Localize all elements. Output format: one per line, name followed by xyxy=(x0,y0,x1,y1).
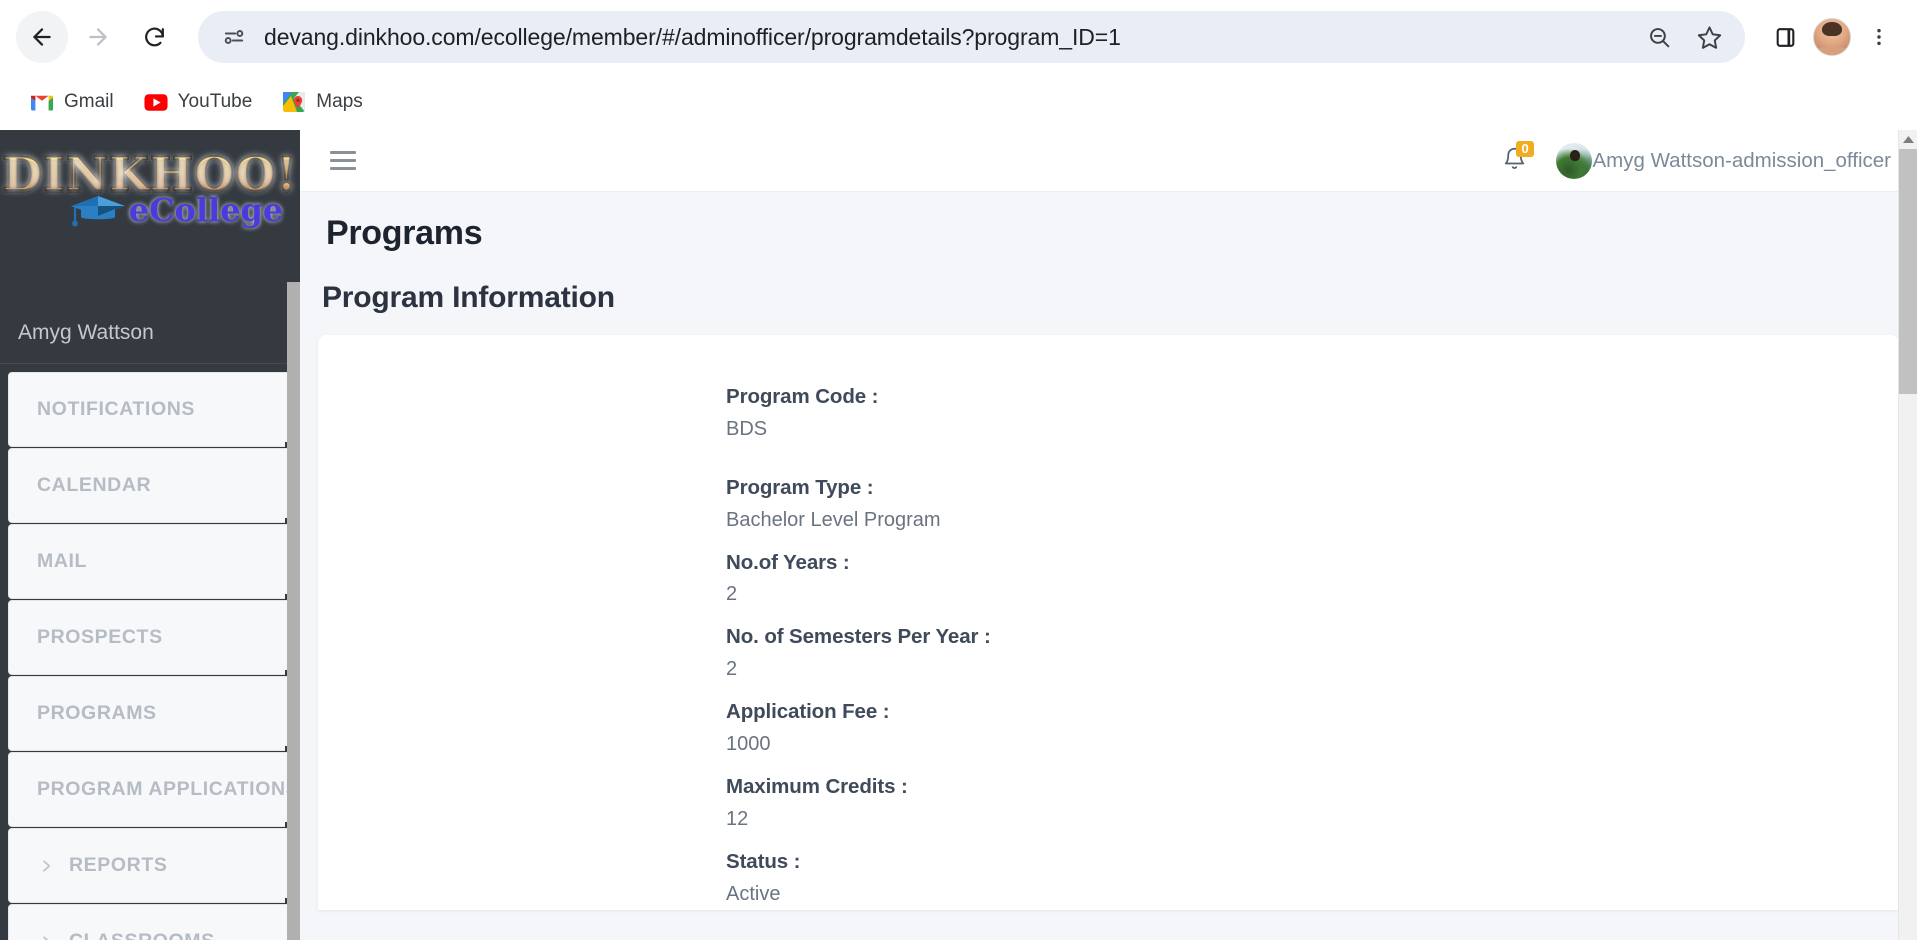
bookmark-gmail[interactable]: Gmail xyxy=(18,84,126,120)
brand-block: DINKHOO! eCollege xyxy=(0,130,300,305)
hamburger-menu-icon[interactable] xyxy=(330,151,356,170)
page-header: Programs xyxy=(300,192,1917,259)
scrollbar-up-arrow[interactable] xyxy=(1899,130,1917,149)
sidebar-item-label: PROSPECTS xyxy=(37,626,163,648)
page-title: Programs xyxy=(326,214,483,252)
chrome-menu-icon[interactable] xyxy=(1857,15,1901,59)
notification-count-badge: 0 xyxy=(1516,140,1534,158)
bookmark-label: YouTube xyxy=(177,91,253,112)
field-value: 12 xyxy=(726,807,749,830)
bookmark-youtube[interactable]: YouTube xyxy=(132,84,265,120)
sidebar-item-label: PROGRAM APPLICATIONS xyxy=(37,778,300,800)
sidebar: DINKHOO! eCollege Amyg Wattson NOTIFICAT… xyxy=(0,130,300,940)
logo[interactable]: DINKHOO! eCollege xyxy=(0,144,300,228)
field-value: 1000 xyxy=(726,732,771,755)
sidebar-item-calendar[interactable]: CALENDAR xyxy=(8,448,300,527)
sidebar-item-label: CALENDAR xyxy=(37,474,152,496)
sidebar-item-label: NOTIFICATIONS xyxy=(37,398,196,420)
topbar-right: 0 Amyg Wattson-admission_officer xyxy=(1502,140,1891,179)
field-maximum-credits: Maximum Credits : 12 xyxy=(726,771,1899,835)
page-scrollbar-thumb[interactable] xyxy=(1899,149,1917,394)
topbar-user-name: Amyg Wattson-admission_officer xyxy=(1592,148,1891,172)
profile-avatar[interactable] xyxy=(1813,18,1851,56)
field-value: Bachelor Level Program xyxy=(726,508,941,531)
graduation-cap-icon xyxy=(69,192,127,228)
field-label: Status : xyxy=(726,849,801,873)
main-content: 0 Amyg Wattson-admission_officer Program… xyxy=(300,130,1917,940)
field-value: 2 xyxy=(726,583,738,606)
bookmark-star-icon[interactable] xyxy=(1691,19,1727,55)
bookmark-label: Maps xyxy=(316,91,363,112)
browser-toolbar: devang.dinkhoo.com/ecollege/member/#/adm… xyxy=(0,0,1917,74)
gmail-icon xyxy=(30,90,54,114)
page-viewport: DINKHOO! eCollege Amyg Wattson NOTIFICAT… xyxy=(0,130,1917,940)
url-text: devang.dinkhoo.com/ecollege/member/#/adm… xyxy=(264,23,1121,50)
page-scrollbar[interactable] xyxy=(1898,130,1917,940)
field-program-code: Program Code : BDS xyxy=(726,381,1899,445)
side-panel-icon[interactable] xyxy=(1763,15,1807,59)
app-topbar: 0 Amyg Wattson-admission_officer xyxy=(300,130,1917,192)
sidebar-item-prospects[interactable]: PROSPECTS xyxy=(8,600,300,679)
field-label: Program Code : xyxy=(726,385,879,408)
maps-icon xyxy=(282,90,306,114)
bookmark-label: Gmail xyxy=(64,91,114,112)
sidebar-item-label: MAIL xyxy=(37,550,88,572)
section-title: Program Information xyxy=(322,281,615,314)
field-no-of-years: No.of Years : 2 xyxy=(726,547,1899,611)
field-value: 2 xyxy=(726,658,738,681)
back-button[interactable] xyxy=(16,11,68,63)
sidebar-item-label: PROGRAMS xyxy=(37,702,157,724)
field-label: No. of Semesters Per Year : xyxy=(726,625,991,649)
sidebar-item-program-applications[interactable]: PROGRAM APPLICATIONS xyxy=(8,752,300,831)
bookmark-maps[interactable]: Maps xyxy=(270,84,374,120)
sidebar-item-reports[interactable]: REPORTS xyxy=(8,828,300,907)
youtube-icon xyxy=(144,90,168,114)
logo-subtitle: eCollege xyxy=(128,191,284,230)
avatar xyxy=(1556,142,1593,179)
sidebar-user-name: Amyg Wattson xyxy=(0,305,300,364)
chrome-right-actions xyxy=(1759,15,1901,59)
field-value: BDS xyxy=(726,417,768,440)
forward-button[interactable] xyxy=(72,11,124,63)
topbar-user[interactable]: Amyg Wattson-admission_officer xyxy=(1556,142,1891,179)
sidebar-item-label: CLASSROOMS xyxy=(69,930,215,940)
field-label: Maximum Credits : xyxy=(726,774,908,798)
zoom-icon[interactable] xyxy=(1641,19,1677,55)
field-value: Active xyxy=(726,882,781,905)
field-label: No.of Years : xyxy=(726,550,850,574)
sidebar-scrollbar-thumb[interactable] xyxy=(287,282,300,940)
field-semesters-per-year: No. of Semesters Per Year : 2 xyxy=(726,621,1899,685)
notification-bell-icon[interactable]: 0 xyxy=(1502,140,1534,176)
sidebar-scrollbar[interactable] xyxy=(287,282,300,940)
sidebar-item-notifications[interactable]: NOTIFICATIONS xyxy=(8,372,300,451)
field-status: Status : Active xyxy=(726,846,1899,910)
sidebar-item-classrooms[interactable]: CLASSROOMS xyxy=(8,904,300,940)
field-application-fee: Application Fee : 1000 xyxy=(726,696,1899,760)
field-program-type: Program Type : Bachelor Level Program xyxy=(726,472,1899,536)
chevron-right-icon xyxy=(37,857,55,875)
sidebar-item-programs[interactable]: PROGRAMS xyxy=(8,676,300,755)
sidebar-item-label: REPORTS xyxy=(69,854,168,876)
site-info-icon[interactable] xyxy=(220,23,248,51)
reload-button[interactable] xyxy=(128,11,180,63)
field-label: Application Fee : xyxy=(726,700,890,724)
field-label: Program Type : xyxy=(726,475,874,499)
browser-chrome: devang.dinkhoo.com/ecollege/member/#/adm… xyxy=(0,0,1917,130)
program-information-card: Program Code : BDS Program Type : Bachel… xyxy=(318,335,1899,910)
sidebar-menu: NOTIFICATIONS CALENDAR MAIL PROSPECTS PR… xyxy=(0,364,300,940)
bookmarks-bar: Gmail YouTube Maps xyxy=(0,74,1917,130)
chevron-right-icon xyxy=(37,933,55,940)
address-bar[interactable]: devang.dinkhoo.com/ecollege/member/#/adm… xyxy=(198,11,1745,63)
sidebar-item-mail[interactable]: MAIL xyxy=(8,524,300,603)
